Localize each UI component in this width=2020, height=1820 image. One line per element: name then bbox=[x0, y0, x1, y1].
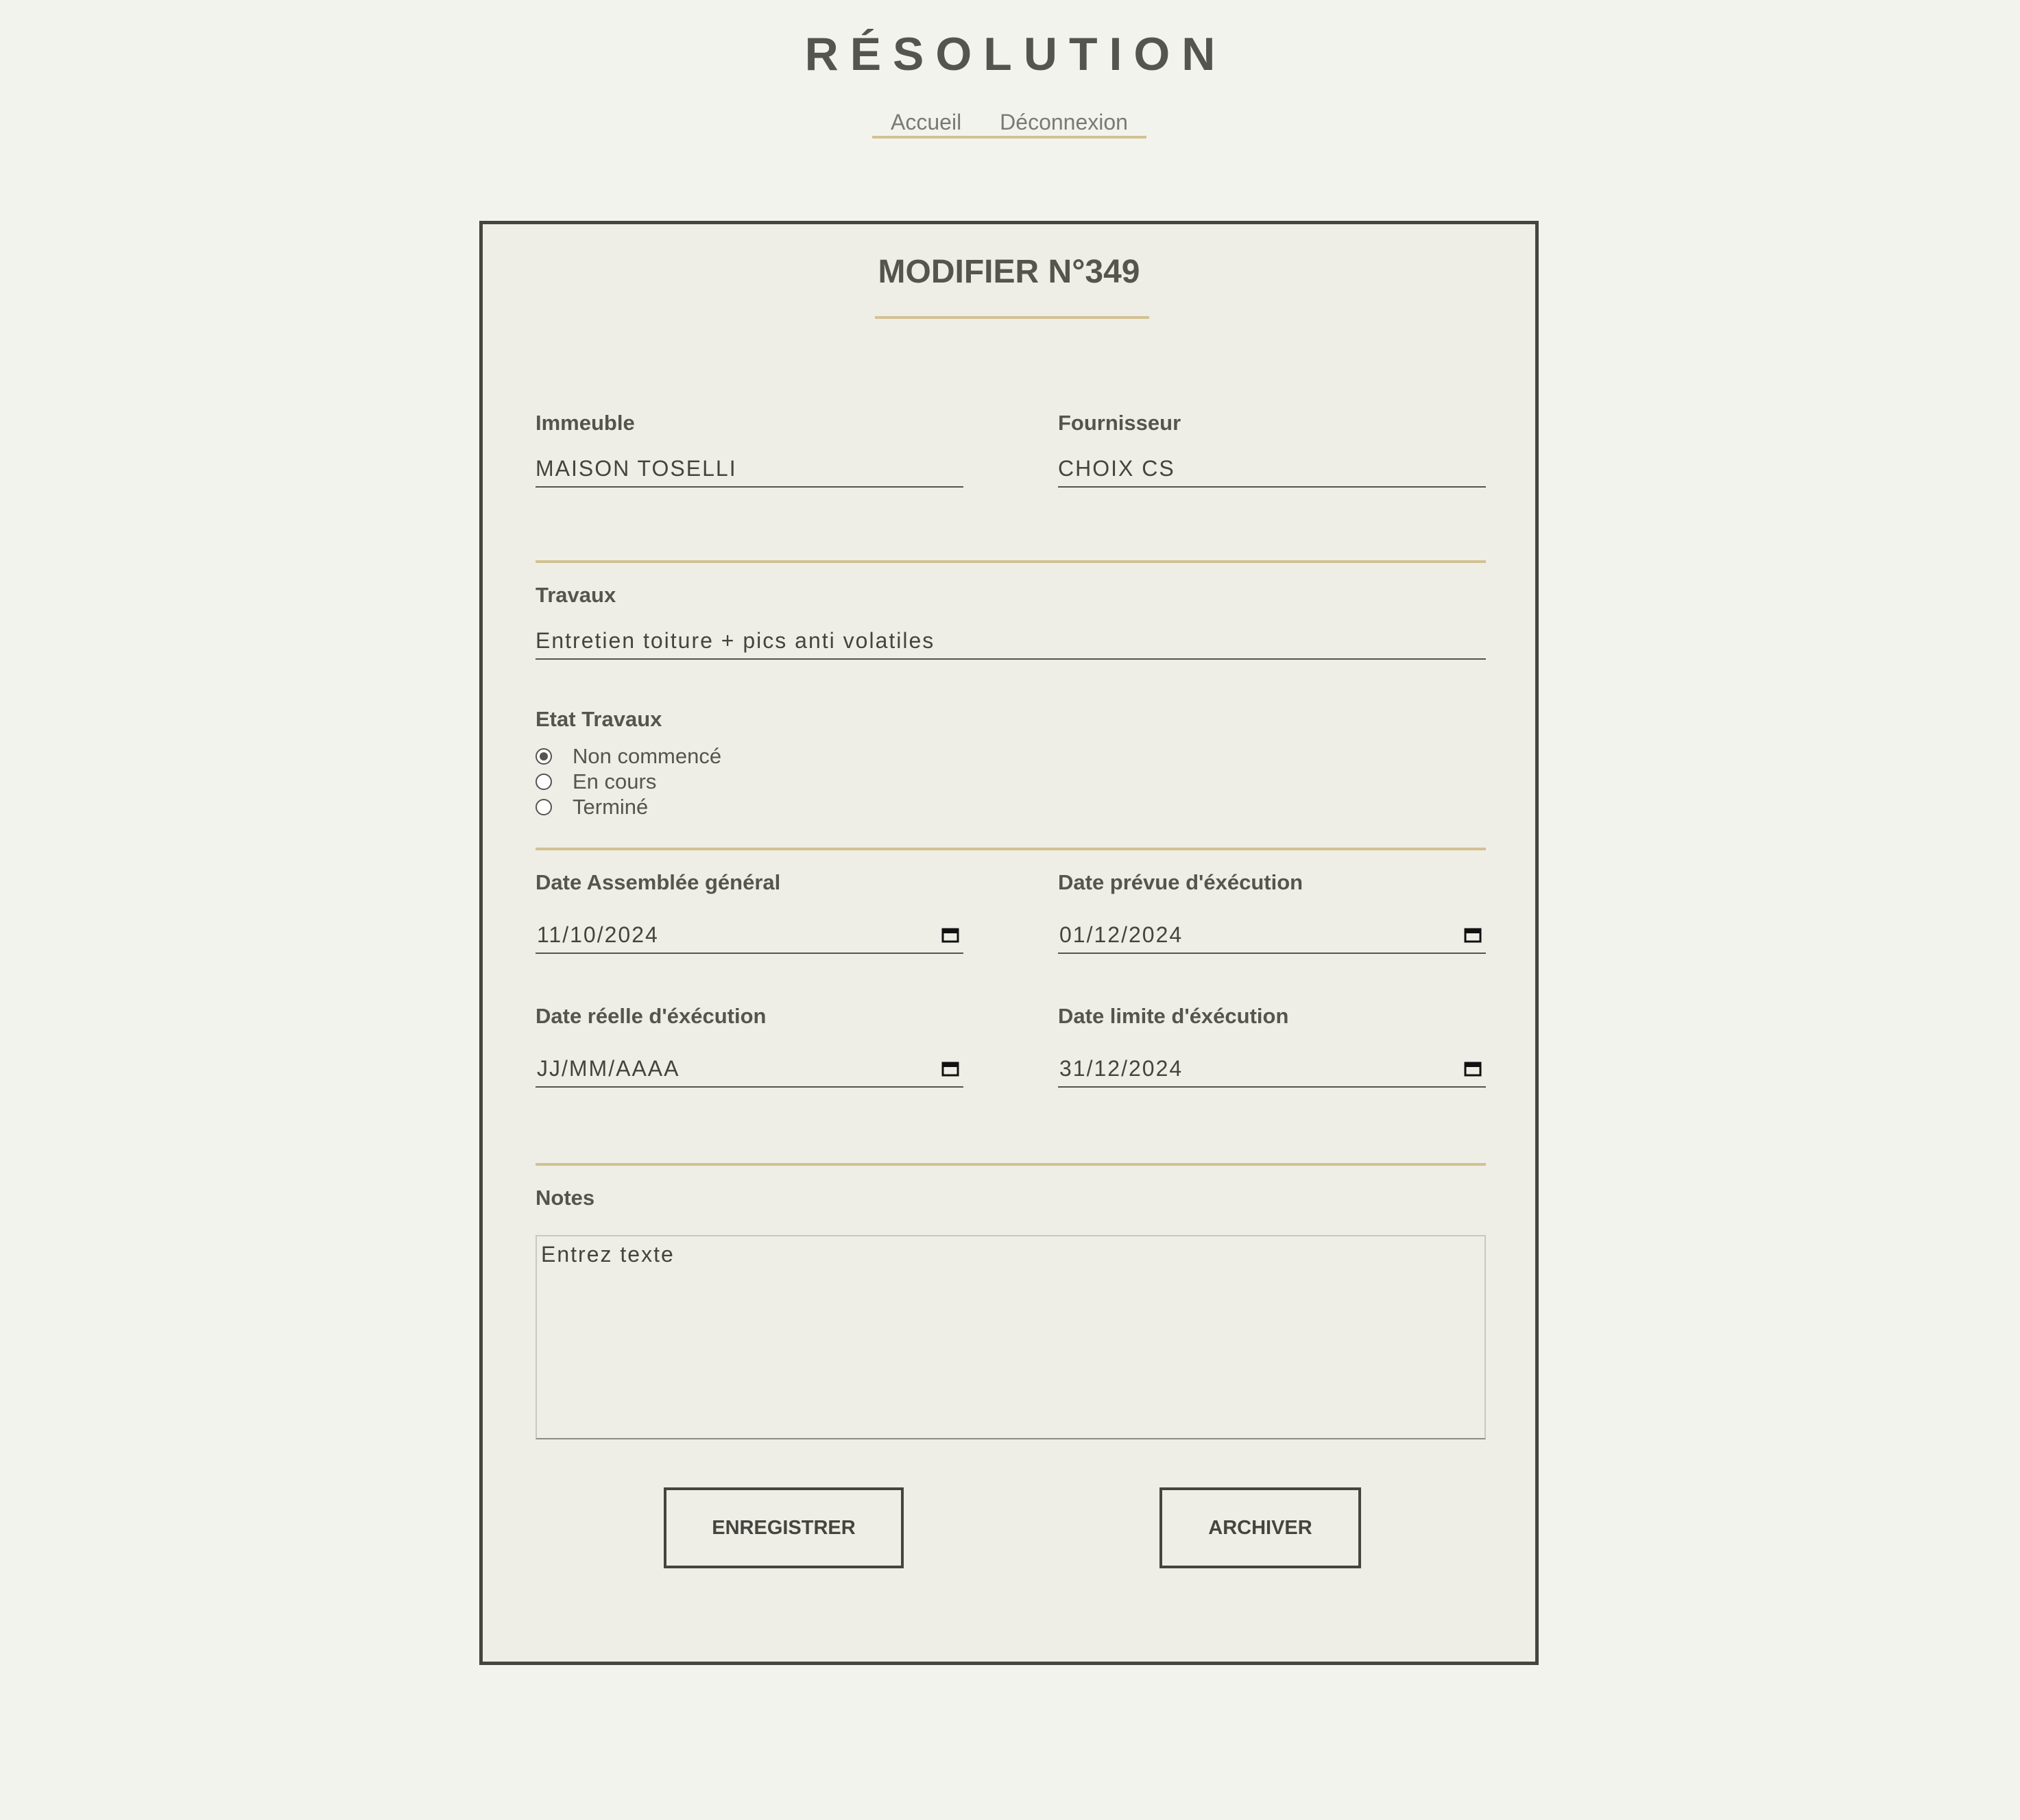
works-field: Travaux Entretien toiture + pics anti vo… bbox=[536, 583, 1486, 665]
date-actual-label: Date réelle d'éxécution bbox=[536, 1004, 767, 1028]
nav-home-link[interactable]: Accueil bbox=[891, 108, 961, 136]
top-nav: Accueil Déconnexion bbox=[872, 108, 1146, 139]
works-label: Travaux bbox=[536, 583, 616, 607]
radio-button[interactable] bbox=[536, 799, 552, 815]
radio-button[interactable] bbox=[536, 748, 552, 765]
form-title: MODIFIER N°349 bbox=[878, 254, 1140, 290]
date-limit-input[interactable]: 31/12/2024 bbox=[1058, 1052, 1486, 1088]
site-title: RÉSOLUTION bbox=[804, 28, 1227, 80]
status-option-not-started[interactable]: Non commencé bbox=[536, 744, 721, 769]
notes-textarea[interactable]: Entrez texte bbox=[536, 1235, 1486, 1439]
status-option-label: En cours bbox=[573, 769, 657, 793]
section-divider bbox=[536, 848, 1486, 850]
title-underline bbox=[875, 316, 1149, 319]
supplier-label: Fournisseur bbox=[1058, 411, 1181, 435]
date-assembly-label: Date Assemblée général bbox=[536, 870, 781, 894]
works-input[interactable]: Entretien toiture + pics anti volatiles bbox=[536, 624, 1486, 660]
status-option-label: Terminé bbox=[573, 795, 649, 819]
calendar-icon[interactable] bbox=[941, 926, 959, 943]
archive-button[interactable]: ARCHIVER bbox=[1159, 1487, 1361, 1568]
date-planned-field: Date prévue d'éxécution 01/12/2024 bbox=[1058, 870, 1486, 959]
calendar-icon[interactable] bbox=[1464, 1060, 1482, 1077]
supplier-field: Fournisseur CHOIX CS bbox=[1058, 411, 1486, 493]
calendar-icon[interactable] bbox=[1464, 926, 1482, 943]
section-divider bbox=[536, 560, 1486, 563]
date-actual-field: Date réelle d'éxécution JJ/MM/AAAA bbox=[536, 1004, 963, 1093]
notes-field: Notes bbox=[536, 1186, 947, 1213]
date-actual-input[interactable]: JJ/MM/AAAA bbox=[536, 1052, 963, 1088]
date-actual-value: JJ/MM/AAAA bbox=[537, 1056, 680, 1081]
date-planned-label: Date prévue d'éxécution bbox=[1058, 870, 1303, 894]
status-option-done[interactable]: Terminé bbox=[536, 795, 648, 819]
date-limit-field: Date limite d'éxécution 31/12/2024 bbox=[1058, 1004, 1486, 1093]
notes-label: Notes bbox=[536, 1186, 595, 1210]
status-field: Etat Travaux Non commencé En cours Termi… bbox=[536, 707, 1015, 819]
date-planned-value: 01/12/2024 bbox=[1059, 922, 1183, 947]
status-option-in-progress[interactable]: En cours bbox=[536, 769, 656, 794]
status-option-label: Non commencé bbox=[573, 744, 722, 768]
section-divider bbox=[536, 1163, 1486, 1166]
date-assembly-input[interactable]: 11/10/2024 bbox=[536, 918, 963, 954]
status-label: Etat Travaux bbox=[536, 707, 662, 731]
building-field: Immeuble MAISON TOSELLI bbox=[536, 411, 963, 493]
edit-form-card: MODIFIER N°349 Immeuble MAISON TOSELLI F… bbox=[479, 221, 1539, 1665]
date-assembly-value: 11/10/2024 bbox=[537, 922, 659, 947]
nav-logout-link[interactable]: Déconnexion bbox=[1000, 108, 1128, 136]
date-limit-value: 31/12/2024 bbox=[1059, 1056, 1183, 1081]
save-button[interactable]: ENREGISTRER bbox=[664, 1487, 904, 1568]
building-input[interactable]: MAISON TOSELLI bbox=[536, 452, 963, 488]
date-limit-label: Date limite d'éxécution bbox=[1058, 1004, 1289, 1028]
supplier-input[interactable]: CHOIX CS bbox=[1058, 452, 1486, 488]
date-planned-input[interactable]: 01/12/2024 bbox=[1058, 918, 1486, 954]
radio-button[interactable] bbox=[536, 774, 552, 790]
date-assembly-field: Date Assemblée général 11/10/2024 bbox=[536, 870, 963, 959]
calendar-icon[interactable] bbox=[941, 1060, 959, 1077]
building-label: Immeuble bbox=[536, 411, 635, 435]
